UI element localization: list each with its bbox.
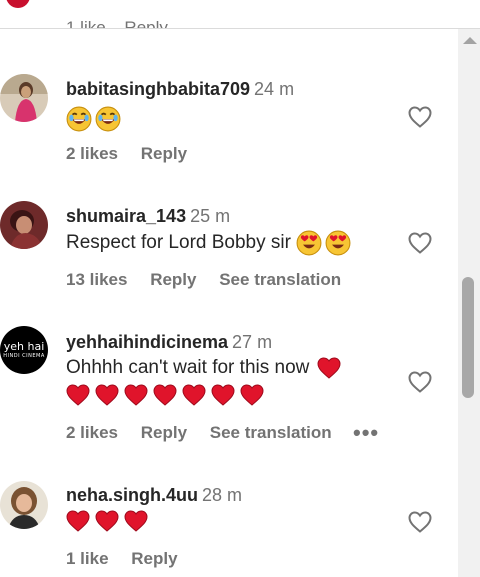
reply-button[interactable]: Reply [150,270,196,290]
comment-text [66,106,121,132]
reply-button[interactable]: Reply [141,144,187,164]
see-translation-link[interactable]: See translation [210,423,332,443]
avatar[interactable] [6,0,30,8]
see-translation-link[interactable]: See translation [219,270,341,290]
comment-time: 27 m [232,332,273,352]
reply-button[interactable]: Reply [141,423,187,443]
comment-time: 24 m [254,79,295,99]
comment-body: Ohhhh can't wait for this now [66,357,310,379]
avatar[interactable] [0,201,48,249]
avatar[interactable] [0,74,48,122]
red-heart-icon [124,510,148,532]
likes-count[interactable]: 1 like [66,549,109,569]
comment-body: Respect for Lord Bobby sir [66,232,291,254]
like-heart-icon[interactable] [408,511,432,533]
comment-username[interactable]: babitasinghbabita709 24 m [66,79,294,100]
reply-button[interactable]: Reply [131,549,177,569]
scrollbar[interactable] [458,29,480,577]
comment-actions: 2 likes Reply See translation [66,423,350,443]
heart-eyes-emoji-icon [325,230,351,256]
red-heart-icon [211,384,235,406]
avatar[interactable] [0,481,48,529]
likes-count[interactable]: 2 likes [66,423,118,443]
comment-text: Ohhhh can't wait for this now [66,357,341,379]
red-heart-icon [240,384,264,406]
partial-actions: 1 like Reply [66,18,182,28]
reply-button[interactable]: Reply [124,18,167,28]
comment-actions: 1 like Reply [66,549,196,569]
like-heart-icon[interactable] [408,232,432,254]
red-heart-icon [66,384,90,406]
laughing-emoji-icon [66,106,92,132]
likes-count[interactable]: 2 likes [66,144,118,164]
avatar-brand-text: yeh hai [3,340,45,353]
like-heart-icon[interactable] [408,371,432,393]
avatar-brand-subtext: HINDI CINEMA [3,353,45,359]
comment-username[interactable]: shumaira_143 25 m [66,206,230,227]
like-heart-icon[interactable] [408,106,432,128]
comment-time: 28 m [202,485,243,505]
laughing-emoji-icon [95,106,121,132]
avatar[interactable]: yeh hai HINDI CINEMA [0,326,48,374]
comment-emoji-line [66,384,264,406]
likes-count[interactable]: 13 likes [66,270,127,290]
red-heart-icon [182,384,206,406]
red-heart-icon [124,384,148,406]
red-heart-icon [317,357,341,379]
more-options-icon[interactable]: ••• [353,420,379,446]
scroll-up-arrow-icon[interactable] [463,37,477,44]
scroll-thumb[interactable] [462,277,474,398]
heart-eyes-emoji-icon [296,230,322,256]
red-heart-icon [95,510,119,532]
red-heart-icon [153,384,177,406]
comment-actions: 2 likes Reply [66,144,205,164]
comment-text: Respect for Lord Bobby sir [66,230,351,256]
comment-username[interactable]: yehhaihindicinema 27 m [66,332,272,353]
comment-time: 25 m [190,206,231,226]
comment-username[interactable]: neha.singh.4uu 28 m [66,485,242,506]
red-heart-icon [95,384,119,406]
likes-count[interactable]: 1 like [66,18,106,28]
top-partial-comment: 1 like Reply [0,0,480,29]
red-heart-icon [66,510,90,532]
comment-text [66,510,148,532]
comment-actions: 13 likes Reply See translation [66,270,359,290]
